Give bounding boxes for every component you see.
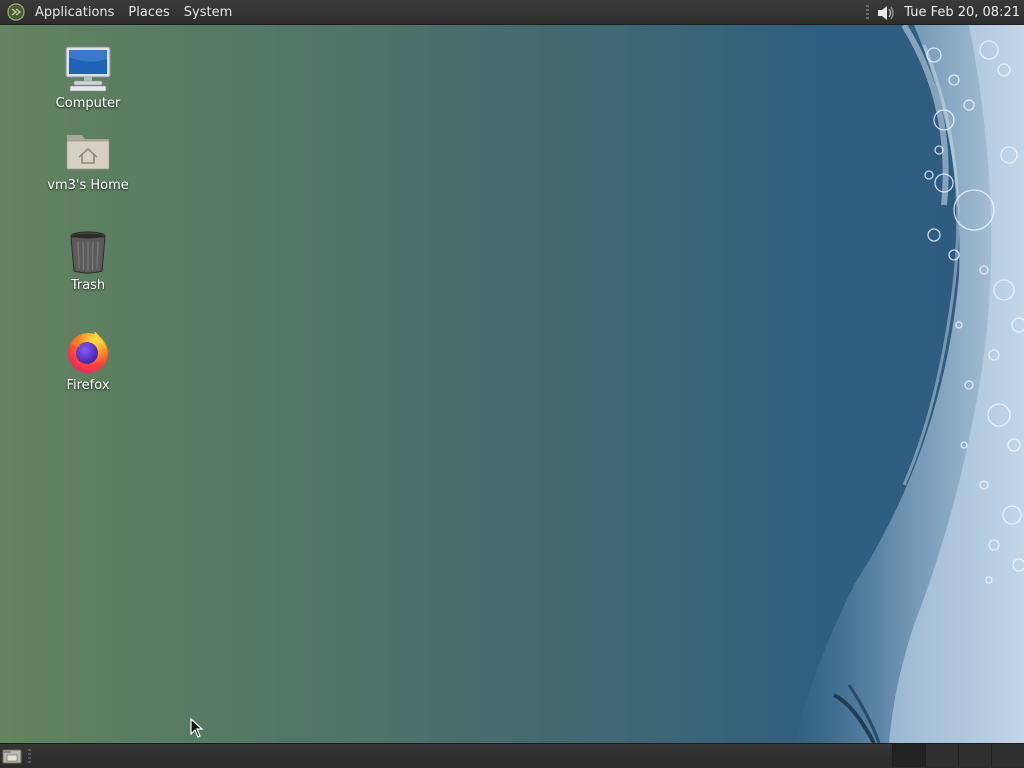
top-panel: Applications Places System Tue Feb 20, 0… (0, 0, 1024, 25)
panel-tray: Tue Feb 20, 08:21 (866, 0, 1024, 25)
computer-icon (64, 45, 112, 93)
workspace-1[interactable] (892, 744, 925, 767)
show-desktop-button[interactable] (2, 747, 22, 765)
firefox-icon (64, 327, 112, 375)
desktop-icon-home[interactable]: vm3's Home (43, 127, 133, 194)
workspace-2[interactable] (925, 744, 958, 767)
system-menu[interactable]: System (177, 0, 239, 25)
bottom-panel (0, 743, 1024, 768)
places-menu[interactable]: Places (121, 0, 176, 25)
workspace-4[interactable] (991, 744, 1024, 767)
home-folder-icon (64, 127, 112, 175)
mouse-cursor-icon (190, 718, 204, 738)
show-desktop-icon (2, 749, 22, 764)
desktop[interactable]: Computer vm3's Home Trash Firefox (0, 25, 1024, 743)
desktop-icon-label: vm3's Home (47, 178, 129, 193)
desktop-icon-label: Firefox (66, 378, 110, 393)
applications-menu[interactable]: Applications (28, 0, 121, 25)
panel-handle[interactable] (866, 4, 870, 21)
bottom-panel-handle[interactable] (28, 749, 31, 763)
trash-icon (64, 227, 112, 275)
clock[interactable]: Tue Feb 20, 08:21 (904, 5, 1024, 20)
desktop-icon-label: Computer (55, 96, 121, 111)
workspace-switcher (892, 744, 1024, 768)
mate-logo-icon[interactable] (4, 0, 28, 24)
workspace-3[interactable] (958, 744, 991, 767)
wallpaper-bubbles-art (794, 25, 1024, 743)
desktop-icon-label: Trash (70, 278, 106, 293)
desktop-icon-firefox[interactable]: Firefox (43, 327, 133, 394)
volume-icon[interactable] (875, 2, 897, 24)
desktop-icon-computer[interactable]: Computer (43, 45, 133, 112)
desktop-icon-trash[interactable]: Trash (43, 227, 133, 294)
